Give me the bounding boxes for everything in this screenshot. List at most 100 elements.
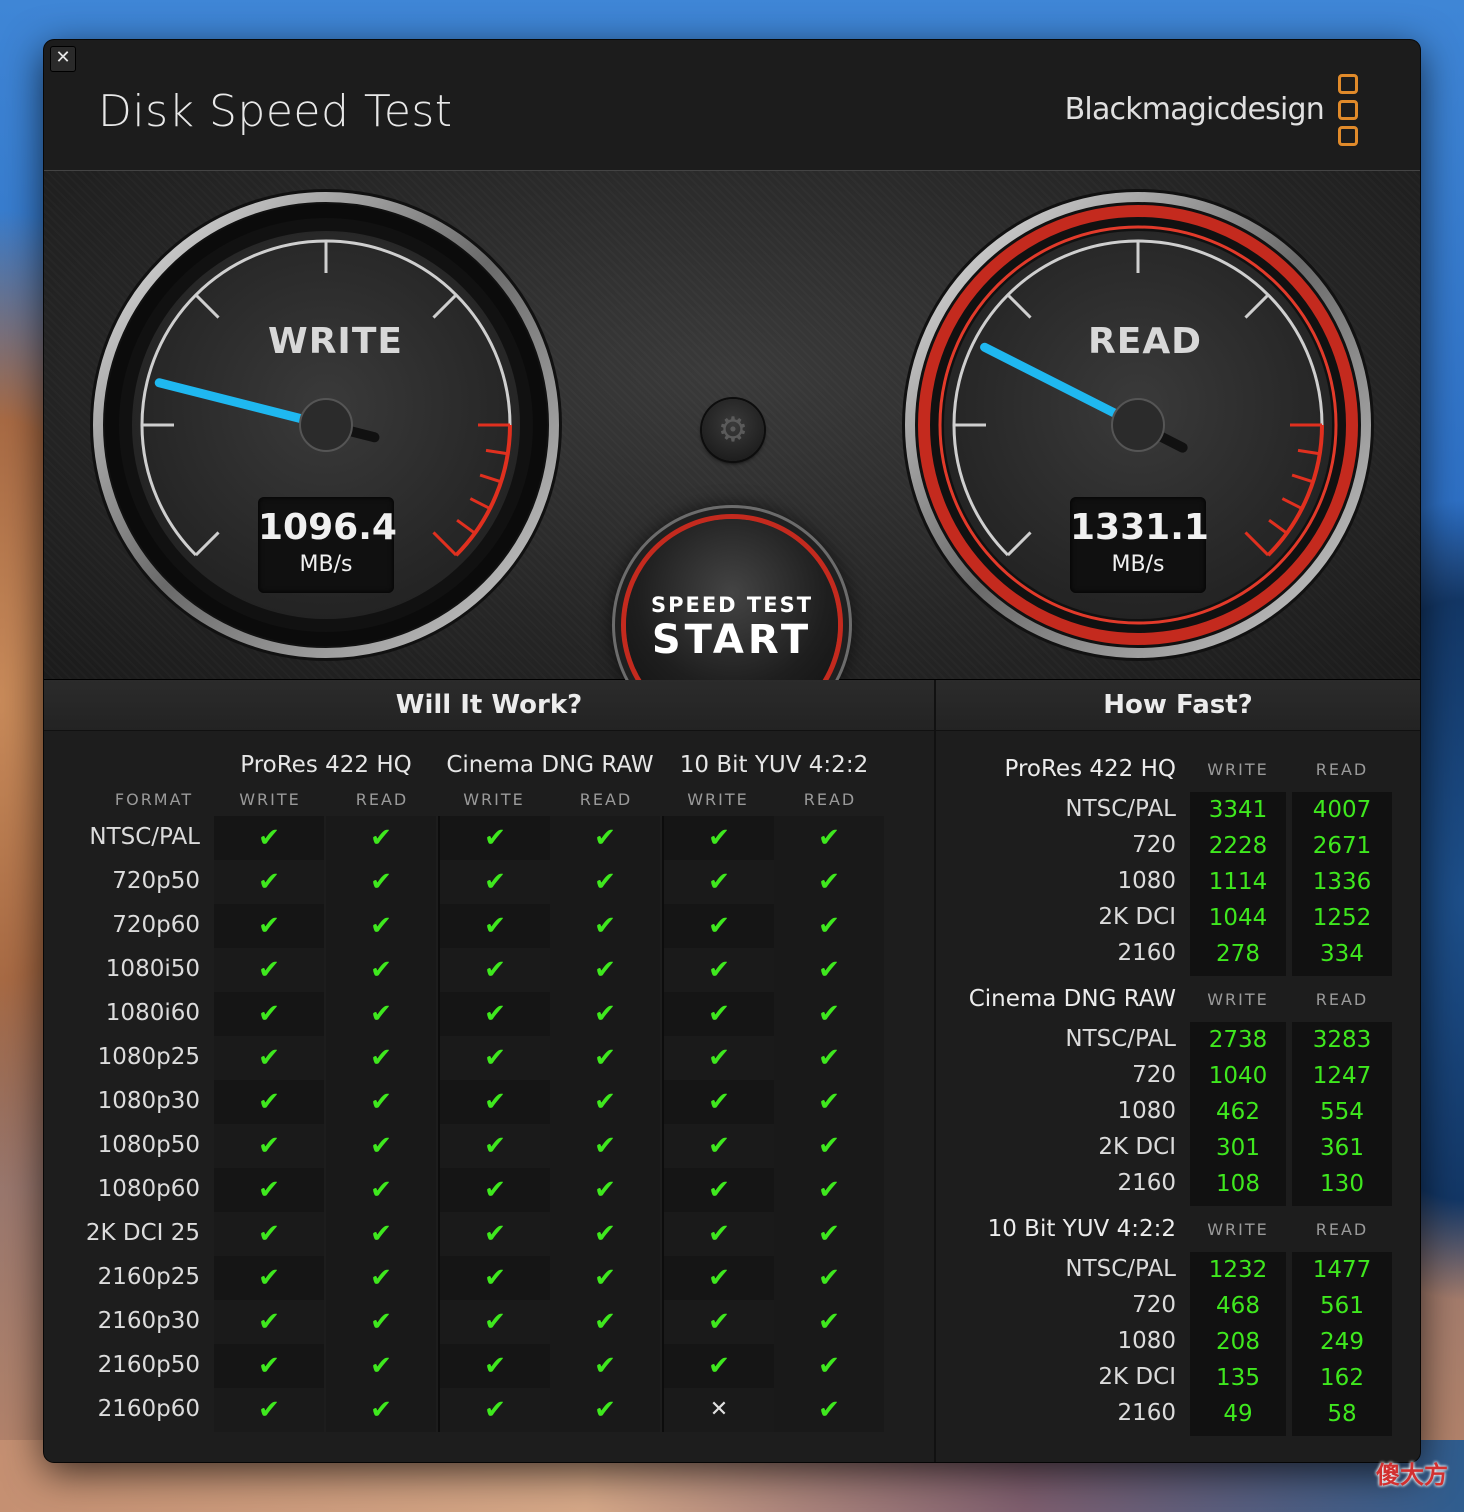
table-row: ✔ ✔ ✔ ✔ ✔ ✔: [214, 1080, 886, 1124]
check-icon: ✔: [326, 816, 436, 860]
check-icon: ✔: [326, 1124, 436, 1168]
check-icon: ✔: [662, 860, 774, 904]
read-column-header: READ: [1315, 760, 1369, 779]
app-title: Disk Speed Test: [98, 86, 453, 137]
check-icon: ✔: [550, 904, 660, 948]
codec-header: 10 Bit YUV 4:2:2: [987, 1216, 1176, 1242]
check-icon: ✔: [214, 904, 324, 948]
write-column-header: WRITE: [1207, 990, 1269, 1009]
check-icon: ✔: [438, 1212, 550, 1256]
check-icon: ✔: [326, 1036, 436, 1080]
start-button-label: START: [651, 617, 813, 663]
codec-header: 10 Bit YUV 4:2:2: [679, 752, 869, 778]
check-icon: ✔: [214, 1124, 324, 1168]
read-speed-cell: 1252: [1312, 905, 1372, 931]
check-icon: ✔: [214, 860, 324, 904]
read-speed-cell: 561: [1320, 1293, 1364, 1319]
format-label: 720p60: [112, 912, 200, 938]
format-label: 2160p25: [97, 1264, 200, 1290]
table-row: ✔ ✔ ✔ ✔ ✔ ✔: [214, 1344, 886, 1388]
check-icon: ✔: [662, 992, 774, 1036]
read-speed-cell: 130: [1320, 1171, 1364, 1197]
check-icon: ✔: [326, 860, 436, 904]
write-speed-cell: 462: [1216, 1099, 1260, 1125]
format-label: NTSC/PAL: [1065, 1256, 1176, 1282]
cross-icon: ✕: [662, 1388, 774, 1432]
check-icon: ✔: [326, 1256, 436, 1300]
check-icon: ✔: [662, 1124, 774, 1168]
format-column-header: FORMAT: [114, 790, 194, 809]
format-label: 1080p25: [97, 1044, 200, 1070]
check-icon: ✔: [662, 1344, 774, 1388]
write-gauge-label: WRITE: [268, 321, 403, 362]
check-icon: ✔: [774, 1124, 884, 1168]
check-icon: ✔: [214, 948, 324, 992]
table-row: ✔ ✔ ✔ ✔ ✔ ✔: [214, 1256, 886, 1300]
check-icon: ✔: [662, 1256, 774, 1300]
check-icon: ✔: [326, 904, 436, 948]
check-icon: ✔: [550, 1036, 660, 1080]
check-icon: ✔: [326, 1168, 436, 1212]
write-speed-cell: 2738: [1208, 1027, 1268, 1053]
read-speed-cell: 554: [1320, 1099, 1364, 1125]
format-label: 1080i60: [105, 1000, 200, 1026]
check-icon: ✔: [774, 860, 884, 904]
write-speed-cell: 1044: [1208, 905, 1268, 931]
check-icon: ✔: [662, 1300, 774, 1344]
check-icon: ✔: [438, 1036, 550, 1080]
read-column-header: READ: [1315, 990, 1369, 1009]
check-icon: ✔: [662, 816, 774, 860]
check-icon: ✔: [550, 860, 660, 904]
check-icon: ✔: [774, 816, 884, 860]
check-icon: ✔: [214, 1344, 324, 1388]
table-row: ✔ ✔ ✔ ✔ ✔ ✔: [214, 860, 886, 904]
write-column-header: WRITE: [239, 790, 301, 809]
check-icon: ✔: [662, 1080, 774, 1124]
check-icon: ✔: [774, 1036, 884, 1080]
check-icon: ✔: [438, 1256, 550, 1300]
format-label: 1080: [1117, 1328, 1176, 1354]
format-label: 2K DCI 25: [85, 1220, 200, 1246]
check-icon: ✔: [438, 1080, 550, 1124]
table-row: ✔ ✔ ✔ ✔ ✔ ✔: [214, 816, 886, 860]
check-icon: ✔: [214, 1300, 324, 1344]
read-readout: 1331.1 MB/s: [1070, 497, 1209, 593]
check-icon: ✔: [662, 1036, 774, 1080]
check-icon: ✔: [438, 1168, 550, 1212]
check-icon: ✔: [214, 1080, 324, 1124]
check-icon: ✔: [550, 1300, 660, 1344]
write-speed-cell: 301: [1216, 1135, 1260, 1161]
codec-header: ProRes 422 HQ: [240, 752, 412, 778]
check-icon: ✔: [214, 992, 324, 1036]
read-speed-cell: 1477: [1312, 1257, 1372, 1283]
format-label: 2160: [1117, 1400, 1176, 1426]
gauge-panel: WRITE 1096.4 MB/s READ 1331.1 MB/s ⚙ SPE…: [44, 170, 1420, 731]
read-column-header: READ: [579, 790, 633, 809]
write-speed-cell: 1114: [1208, 869, 1268, 895]
check-icon: ✔: [774, 1168, 884, 1212]
table-row: ✔ ✔ ✔ ✔ ✔ ✔: [214, 1124, 886, 1168]
write-speed-cell: 468: [1216, 1293, 1260, 1319]
format-label: 1080: [1117, 1098, 1176, 1124]
read-speed-cell: 334: [1320, 941, 1364, 967]
gear-icon[interactable]: ⚙: [702, 399, 764, 461]
format-label: 720: [1132, 832, 1176, 858]
format-label: NTSC/PAL: [1065, 1026, 1176, 1052]
check-icon: ✔: [550, 992, 660, 1036]
format-label: 2160p30: [97, 1308, 200, 1334]
codec-header: Cinema DNG RAW: [968, 986, 1176, 1012]
write-speed-cell: 108: [1216, 1171, 1260, 1197]
check-icon: ✔: [326, 1300, 436, 1344]
read-speed-value: 1331.1: [1070, 507, 1209, 548]
format-label: 2K DCI: [1098, 1134, 1176, 1160]
close-icon[interactable]: ✕: [50, 46, 76, 72]
app-window: ✕ Disk Speed Test Blackmagicdesign WRITE…: [44, 40, 1420, 1462]
read-column-header: READ: [803, 790, 857, 809]
table-row: ✔ ✔ ✔ ✔ ✔ ✔: [214, 1168, 886, 1212]
check-icon: ✔: [550, 1124, 660, 1168]
read-gauge-label: READ: [1088, 321, 1203, 362]
table-row: ✔ ✔ ✔ ✔ ✔ ✔: [214, 904, 886, 948]
table-row: ✔ ✔ ✔ ✔ ✔ ✔: [214, 1212, 886, 1256]
format-label: 720: [1132, 1062, 1176, 1088]
check-icon: ✔: [774, 1388, 884, 1432]
